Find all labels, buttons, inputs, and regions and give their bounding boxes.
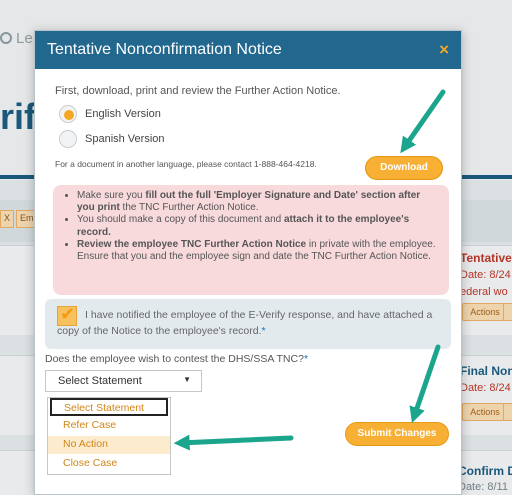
arrow-to-submit [409,344,441,424]
arrow-to-no-action [173,434,294,451]
arrow-to-download [400,89,446,154]
annotation-arrows [173,89,446,451]
